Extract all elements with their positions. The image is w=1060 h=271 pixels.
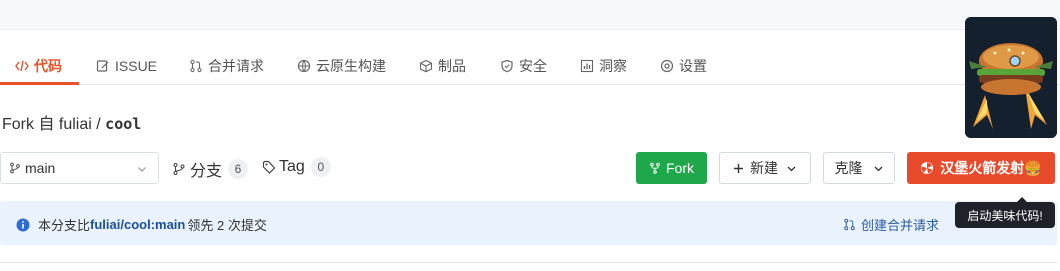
launch-button-label: 汉堡火箭发射🍔 (940, 160, 1042, 176)
tab-insights[interactable]: 洞察 (580, 56, 627, 76)
tab-security[interactable]: 安全 (500, 56, 547, 76)
branch-select[interactable]: main (0, 152, 159, 184)
build-icon (297, 59, 311, 73)
fork-separator: / (96, 116, 101, 133)
clone-button[interactable]: 克隆 (823, 152, 895, 184)
tab-label: 洞察 (599, 58, 627, 74)
pinwheel-icon (920, 161, 934, 175)
compare-prefix: 本分支比 (38, 218, 91, 233)
burger-rocket-launch-button[interactable]: 汉堡火箭发射🍔 (907, 152, 1055, 184)
fork-repo-link[interactable]: cool (105, 115, 141, 133)
tab-label: 安全 (519, 58, 547, 74)
clone-button-label: 克隆 (834, 160, 863, 176)
fork-owner-link[interactable]: fuliai (59, 116, 92, 133)
launch-tooltip: 启动美味代码! (955, 197, 1055, 228)
branch-icon (9, 162, 21, 174)
fork-button[interactable]: Fork (636, 152, 707, 184)
package-icon (419, 59, 433, 73)
tab-issue[interactable]: ISSUE (96, 56, 157, 76)
tab-label: 合并请求 (208, 58, 264, 74)
tab-code[interactable]: 代码 (15, 56, 62, 76)
tags-link[interactable]: Tag 0 (262, 157, 331, 177)
tab-label: 云原生构建 (316, 58, 386, 74)
fork-icon (649, 162, 661, 174)
burger-rocket-mascot-image (965, 17, 1057, 138)
tab-cloud-build[interactable]: 云原生构建 (297, 56, 386, 76)
compare-ref: fuliai/cool:main (90, 217, 186, 232)
branches-label: 分支 (190, 163, 223, 180)
tab-label: 设置 (679, 58, 707, 74)
create-pull-request-link[interactable]: 创建合并请求 (843, 215, 939, 234)
fork-prefix: Fork 自 (2, 116, 55, 133)
chart-icon (580, 59, 594, 73)
top-bar (0, 0, 1060, 30)
tab-pull-requests[interactable]: 合并请求 (189, 56, 264, 76)
tab-label: 代码 (34, 58, 62, 74)
branch-name: main (25, 160, 56, 176)
tab-label: ISSUE (115, 58, 158, 74)
tag-icon (262, 160, 276, 174)
tags-label: Tag (279, 158, 305, 175)
new-button[interactable]: 新建 (719, 152, 811, 184)
repo-tabs: 代码 ISSUE 合并请求 云原生构建 制品 安全 洞察 设置 (0, 30, 1060, 85)
branches-link[interactable]: 分支 6 (172, 157, 249, 181)
code-icon (15, 59, 29, 73)
chevron-down-icon (786, 163, 797, 174)
fork-button-label: Fork (666, 160, 694, 176)
active-tab-indicator (0, 82, 79, 85)
tags-count-badge: 0 (310, 157, 331, 177)
tab-label: 制品 (438, 58, 466, 74)
branches-count-badge: 6 (228, 159, 249, 179)
pull-request-icon (189, 59, 203, 73)
plus-icon (733, 163, 744, 174)
gear-icon (660, 59, 674, 73)
tab-settings[interactable]: 设置 (660, 56, 707, 76)
branch-compare-text: 本分支比 fuliai/cool:main 领先 2 次提交 (16, 215, 267, 234)
fork-source: Fork 自 fuliai / cool (2, 110, 141, 134)
create-pull-request-label: 创建合并请求 (861, 218, 940, 233)
issue-icon (96, 59, 110, 73)
branch-icon (172, 162, 186, 176)
compare-suffix: 领先 2 次提交 (187, 218, 267, 233)
chevron-down-icon (136, 162, 148, 178)
info-icon (16, 218, 30, 232)
pull-request-icon (843, 218, 856, 231)
divider (0, 262, 1057, 263)
new-button-label: 新建 (750, 160, 778, 176)
shield-icon (500, 59, 514, 73)
tab-packages[interactable]: 制品 (419, 56, 466, 76)
chevron-down-icon (873, 163, 884, 174)
